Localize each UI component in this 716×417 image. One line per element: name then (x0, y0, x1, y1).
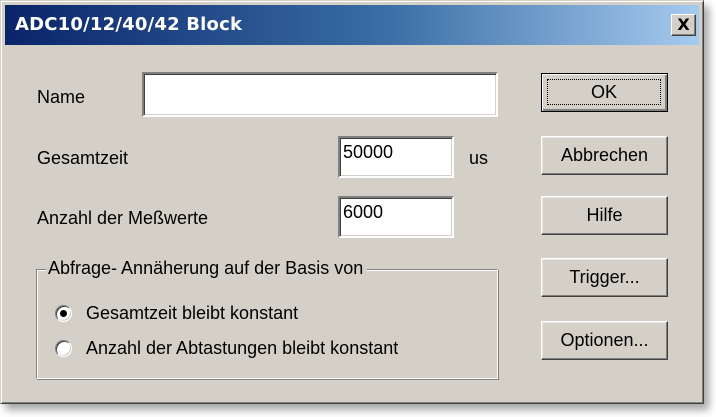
close-icon: X (677, 15, 690, 34)
approximation-groupbox (36, 269, 498, 379)
radio-abtastungen-label[interactable]: Anzahl der Abtastungen bleibt konstant (86, 338, 398, 359)
gesamtzeit-input[interactable]: 50000 (338, 136, 454, 178)
name-label: Name (37, 87, 86, 107)
radio-abtastungen[interactable] (55, 340, 72, 357)
window-title: ADC10/12/40/42 Block (15, 14, 243, 35)
dialog-window: ADC10/12/40/42 Block X Name Gesamtzeit 5… (0, 0, 704, 404)
close-button[interactable]: X (671, 14, 696, 36)
cancel-button[interactable]: Abbrechen (541, 136, 668, 175)
ok-button-label: OK (547, 79, 661, 105)
options-button[interactable]: Optionen... (541, 321, 668, 360)
title-bar[interactable]: ADC10/12/40/42 Block X (5, 5, 699, 45)
radio-gesamtzeit-label[interactable]: Gesamtzeit bleibt konstant (86, 303, 298, 324)
trigger-button[interactable]: Trigger... (541, 258, 668, 297)
gesamtzeit-unit: us (469, 148, 489, 168)
groupbox-legend: Abfrage- Annäherung auf der Basis von (46, 258, 368, 279)
radio-gesamtzeit[interactable] (55, 305, 72, 322)
messwerte-input[interactable]: 6000 (338, 196, 454, 238)
gesamtzeit-label: Gesamtzeit (37, 148, 129, 168)
name-input[interactable] (142, 72, 498, 117)
messwerte-label: Anzahl der Meßwerte (37, 208, 209, 228)
ok-button[interactable]: OK (541, 73, 668, 112)
help-button[interactable]: Hilfe (541, 196, 668, 235)
